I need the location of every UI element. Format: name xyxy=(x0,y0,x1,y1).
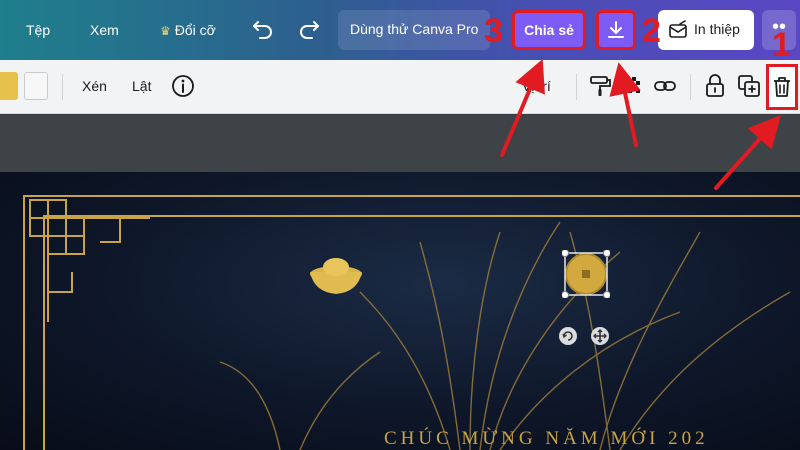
print-card-button[interactable]: In thiệp xyxy=(658,10,754,50)
print-card-label: In thiệp xyxy=(694,21,740,37)
toolbar-divider xyxy=(690,74,691,100)
duplicate-icon[interactable] xyxy=(736,73,762,99)
position-button[interactable]: Vị trí xyxy=(522,78,551,94)
card-decoration xyxy=(23,195,800,450)
menu-resize-label: Đổi cỡ xyxy=(174,22,216,38)
toolbar-divider xyxy=(62,74,63,100)
color-swatch-white[interactable] xyxy=(24,72,48,100)
crown-icon: ♛ xyxy=(160,24,171,38)
delete-button[interactable] xyxy=(766,64,798,110)
lock-icon[interactable] xyxy=(702,73,728,99)
menu-file[interactable]: Tệp xyxy=(26,20,50,40)
try-canva-pro-button[interactable]: Dùng thử Canva Pro xyxy=(338,10,490,50)
share-button[interactable]: Chia sẻ xyxy=(512,10,586,50)
transparency-icon[interactable] xyxy=(620,73,646,99)
gold-ingot-icon xyxy=(310,258,362,294)
top-bar: Tệp Xem ♛ Đổi cỡ Dùng thử Canva Pro Chia … xyxy=(0,0,800,60)
paint-roller-icon[interactable] xyxy=(588,73,614,99)
menu-view[interactable]: Xem xyxy=(90,20,119,40)
annotation-number-3: 3 xyxy=(484,12,503,50)
download-icon xyxy=(608,21,624,38)
editor-toolbar: Xén Lật Vị trí xyxy=(0,60,800,114)
color-swatch-gold[interactable] xyxy=(0,72,18,100)
move-icon[interactable] xyxy=(590,326,610,346)
print-icon xyxy=(669,20,687,38)
flip-button[interactable]: Lật xyxy=(132,78,151,94)
new-year-greeting-text[interactable]: CHÚC MỪNG NĂM MỚI 202 xyxy=(384,428,709,450)
undo-icon[interactable] xyxy=(250,16,276,42)
link-icon[interactable] xyxy=(652,73,678,99)
redo-icon[interactable] xyxy=(296,16,322,42)
selected-coin-element[interactable] xyxy=(562,250,610,298)
try-canva-pro-label: Dùng thử Canva Pro xyxy=(350,21,479,37)
annotation-number-1: 1 xyxy=(772,26,791,64)
menu-resize[interactable]: ♛ Đổi cỡ xyxy=(160,20,216,41)
trash-icon xyxy=(774,77,790,97)
rotate-icon[interactable] xyxy=(558,326,578,346)
toolbar-divider xyxy=(576,74,577,100)
info-icon[interactable] xyxy=(170,73,196,99)
design-canvas[interactable] xyxy=(0,172,800,450)
annotation-number-2: 2 xyxy=(642,12,661,50)
crop-button[interactable]: Xén xyxy=(82,78,107,94)
download-button[interactable] xyxy=(596,10,636,50)
